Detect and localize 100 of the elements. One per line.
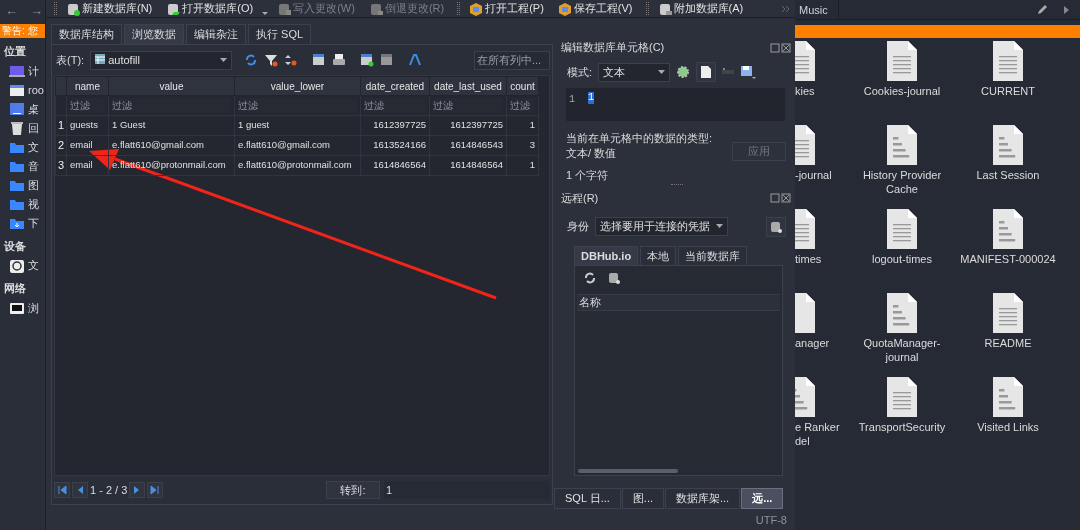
refresh-icon[interactable] [584, 271, 596, 284]
sidebar-item[interactable]: 文 [28, 257, 39, 274]
file-name[interactable]: QuotaManager-journal [848, 336, 956, 364]
save-icon[interactable] [740, 65, 757, 80]
file-name[interactable]: README [984, 336, 1032, 350]
tab[interactable]: 当前数据库 [678, 245, 748, 265]
tab[interactable]: 执行 SQL [248, 24, 312, 44]
sidebar-item[interactable]: 桌 [28, 100, 39, 118]
text-file-icon[interactable] [993, 41, 1023, 81]
edit-icon[interactable] [1036, 3, 1048, 16]
table-cell: e.flatt610@protonmail.com [234, 155, 361, 176]
tab[interactable]: DBHub.io [574, 245, 639, 265]
filter-field[interactable]: 过滤 [506, 95, 539, 116]
row-number[interactable]: 3 [55, 155, 67, 176]
last-page-button[interactable] [147, 482, 164, 498]
file-name[interactable]: TransportSecurity [858, 420, 946, 434]
file-name[interactable]: History Provider Cache [848, 168, 956, 196]
binary-file-icon[interactable] [993, 377, 1023, 417]
filter-field[interactable]: 过滤 [429, 95, 507, 116]
column-header[interactable]: value [108, 76, 235, 96]
binary-file-icon[interactable] [993, 125, 1023, 165]
back-button[interactable]: ← [5, 1, 18, 21]
search-field[interactable]: 在所有列中... [474, 50, 550, 70]
file-name[interactable]: logout-times [872, 252, 932, 266]
scrollbar[interactable] [578, 469, 678, 473]
toolbar-button[interactable]: 保存工程(V) [552, 0, 638, 17]
filter-field[interactable]: 过滤 [66, 95, 109, 116]
mode-select[interactable]: 文本 [598, 62, 671, 82]
text-file-icon[interactable] [887, 209, 917, 249]
sidebar-item[interactable]: roo [28, 81, 44, 99]
print-icon[interactable] [332, 53, 347, 67]
refresh-icon[interactable] [244, 53, 259, 67]
database-icon[interactable] [608, 271, 620, 284]
sidebar-item[interactable]: 音 [28, 157, 39, 175]
filter-field[interactable]: 过滤 [360, 95, 430, 116]
sidebar-item[interactable]: 图 [28, 176, 39, 194]
goto-field[interactable]: 1 [384, 481, 550, 499]
toolbar-button[interactable]: 打开数据库(O) [161, 0, 259, 17]
file-name[interactable]: Last Session [976, 168, 1040, 182]
identity-select[interactable]: 选择要用于连接的凭据 [595, 217, 728, 237]
file-name[interactable]: e Ranker del [795, 420, 840, 448]
text-file-icon[interactable] [887, 41, 917, 81]
tab[interactable]: 本地 [640, 245, 677, 265]
goto-button[interactable]: 转到: [326, 481, 380, 499]
binary-file-icon[interactable] [887, 293, 917, 333]
sidebar-item[interactable]: 文 [28, 138, 39, 156]
table-select[interactable]: autofill [90, 50, 233, 70]
file-name[interactable]: anager [795, 336, 830, 350]
filter-icon[interactable] [264, 53, 279, 67]
filter-field[interactable]: 过滤 [108, 95, 235, 116]
column-header[interactable]: 名称 [577, 293, 780, 311]
file-name[interactable]: -journal [795, 168, 832, 182]
tab[interactable]: 数据库结构 [51, 24, 122, 44]
file-name[interactable]: MANIFEST-000024 [960, 252, 1056, 266]
toolbar-button[interactable]: 新建数据库(N) [61, 0, 158, 17]
insert-record-icon[interactable] [360, 53, 375, 67]
tab[interactable]: 浏览数据 [124, 24, 184, 44]
binary-file-icon[interactable] [993, 209, 1023, 249]
tab[interactable]: 图... [621, 488, 664, 509]
column-header[interactable]: date_created [360, 76, 430, 96]
delete-record-icon[interactable] [380, 53, 395, 67]
sort-icon[interactable] [284, 53, 299, 67]
first-page-button[interactable] [54, 482, 70, 498]
row-number[interactable]: 1 [55, 115, 67, 136]
binary-file-icon[interactable] [887, 125, 917, 165]
tab[interactable]: 编辑杂注 [186, 24, 246, 44]
scroll-right-icon[interactable] [1062, 4, 1070, 15]
column-header[interactable]: date_last_used [429, 76, 507, 96]
sidebar-item[interactable]: 回 [28, 119, 39, 137]
cell-editor[interactable]: 1 1 [566, 88, 785, 121]
filter-field[interactable]: 过滤 [234, 95, 361, 116]
forward-button[interactable]: → [30, 1, 43, 21]
next-page-button[interactable] [129, 482, 146, 498]
text-file-icon[interactable] [993, 293, 1023, 333]
toolbar-button[interactable]: 打开工程(P) [464, 0, 549, 17]
file-name[interactable]: times [795, 252, 822, 266]
column-header[interactable]: count [506, 76, 539, 96]
sidebar-item[interactable]: 视 [28, 195, 39, 213]
toolbar-button[interactable]: 附加数据库(A) [652, 0, 749, 17]
table-export-icon[interactable] [312, 53, 327, 67]
float-close-icon[interactable] [770, 193, 792, 203]
tab[interactable]: 远... [741, 488, 784, 509]
file-name[interactable]: Cookies-journal [863, 84, 941, 98]
sidebar-item[interactable]: 下 [28, 214, 39, 232]
tab[interactable]: SQL 日... [554, 488, 621, 509]
tab[interactable]: 数据库架... [665, 488, 741, 509]
file-name[interactable]: Visited Links [977, 420, 1039, 434]
file-name[interactable]: kies [795, 84, 815, 98]
row-number[interactable]: 2 [55, 135, 67, 156]
gear-icon[interactable] [676, 65, 691, 80]
connect-button[interactable] [766, 216, 786, 237]
text-file-icon[interactable] [887, 377, 917, 417]
document-button[interactable] [696, 62, 717, 83]
column-header[interactable]: value_lower [234, 76, 361, 96]
float-close-icon[interactable] [770, 42, 792, 53]
sidebar-item[interactable]: 浏 [28, 299, 39, 317]
sidebar-item[interactable]: 计 [28, 62, 39, 80]
file-name[interactable]: CURRENT [981, 84, 1035, 98]
previous-page-button[interactable] [72, 482, 88, 498]
column-header[interactable]: name [66, 76, 109, 96]
